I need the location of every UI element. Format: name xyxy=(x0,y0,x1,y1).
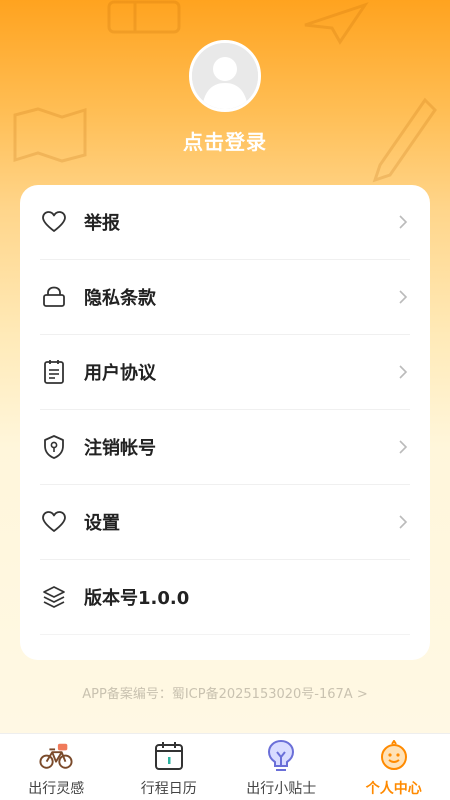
avatar[interactable] xyxy=(189,40,261,112)
tab-travel-tips[interactable]: 出行小贴士 xyxy=(225,734,338,800)
menu-item-version: 版本号1.0.0 xyxy=(40,560,410,635)
menu-item-label: 注销帐号 xyxy=(84,438,156,459)
heart-icon xyxy=(40,508,68,536)
paper-plane-decoration xyxy=(304,2,369,45)
menu-item-label: 隐私条款 xyxy=(84,288,156,309)
chevron-right-icon xyxy=(399,215,408,229)
layers-icon xyxy=(40,583,68,611)
chevron-right-icon xyxy=(399,290,408,304)
chevron-right-icon xyxy=(399,515,408,529)
document-icon xyxy=(40,358,68,386)
tab-trip-calendar[interactable]: 行程日历 xyxy=(113,734,226,800)
chevron-right-icon xyxy=(399,365,408,379)
menu-item-label: 用户协议 xyxy=(84,363,156,384)
menu-item-label: 设置 xyxy=(84,513,120,534)
lightbulb-icon xyxy=(264,739,298,773)
suitcase-decoration xyxy=(107,0,181,34)
smiley-icon xyxy=(377,739,411,773)
menu-item-label: 举报 xyxy=(84,213,120,234)
menu-item-user-agreement[interactable]: 用户协议 xyxy=(40,335,410,410)
tab-label: 个人中心 xyxy=(365,781,422,797)
lock-icon xyxy=(40,283,68,311)
tab-travel-inspiration[interactable]: 出行灵感 xyxy=(0,734,113,800)
calendar-icon xyxy=(152,739,186,773)
menu-item-delete-account[interactable]: 注销帐号 xyxy=(40,410,410,485)
icp-record-link[interactable]: APP备案编号：蜀ICP备2025153020号-167A > xyxy=(0,683,450,702)
login-link[interactable]: 点击登录 xyxy=(0,126,450,155)
user-silhouette-icon xyxy=(192,43,258,109)
menu-item-privacy[interactable]: 隐私条款 xyxy=(40,260,410,335)
tab-label: 出行灵感 xyxy=(28,781,85,797)
menu-item-report[interactable]: 举报 xyxy=(40,185,410,260)
menu-item-settings[interactable]: 设置 xyxy=(40,485,410,560)
shield-key-icon xyxy=(40,433,68,461)
tab-personal-center[interactable]: 个人中心 xyxy=(338,734,450,800)
bottom-tab-bar: 出行灵感 行程日历 出行小贴士 个人中心 xyxy=(0,733,450,800)
chevron-right-icon xyxy=(399,440,408,454)
menu-card: 举报 隐私条款 用户协议 注销帐号 设置 版本号1.0.0 xyxy=(20,185,430,660)
tab-label: 行程日历 xyxy=(140,781,197,797)
tab-label: 出行小贴士 xyxy=(246,781,317,797)
version-label: 版本号1.0.0 xyxy=(84,588,190,609)
bicycle-icon xyxy=(39,739,73,773)
heart-icon xyxy=(40,208,68,236)
